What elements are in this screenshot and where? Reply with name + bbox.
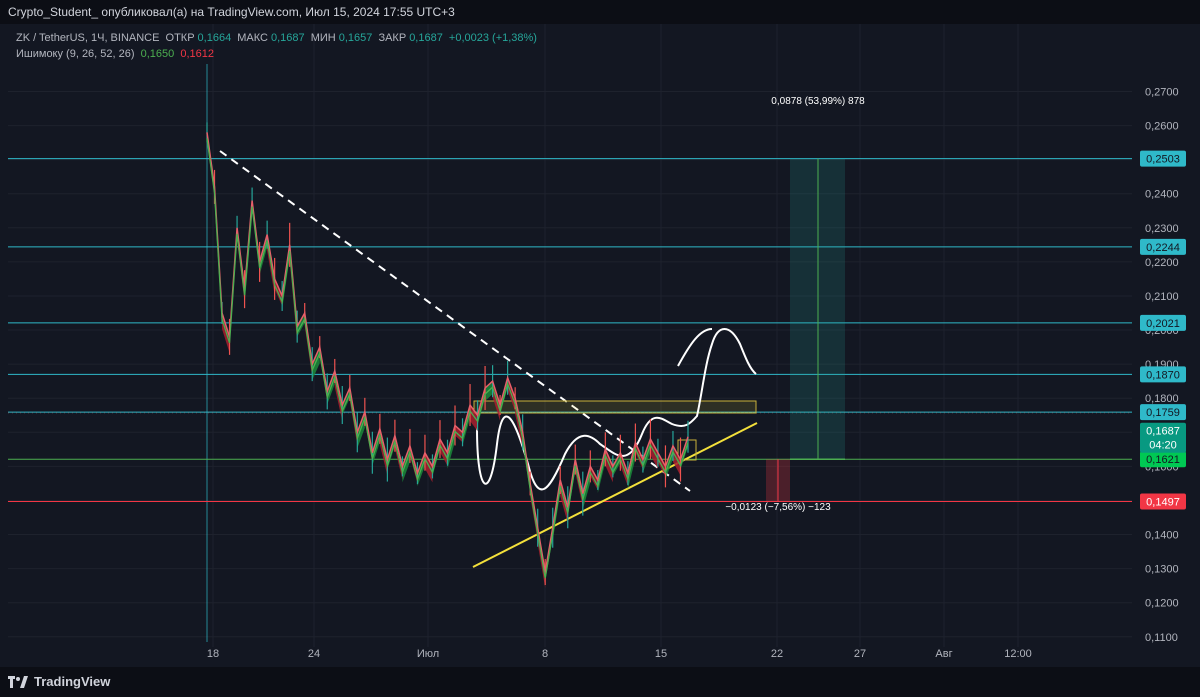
tradingview-logo[interactable]: TradingView (8, 674, 110, 689)
target-annotation: 0,0878 (53,99%) 878 (771, 96, 865, 107)
stop-annotation: −0,0123 (−7,56%) −123 (725, 502, 831, 513)
y-tick-label: 0,2700 (1145, 86, 1179, 98)
countdown-label: 04:20 (1149, 440, 1177, 452)
publish-info-bar: Crypto_Student_ опубликовал(а) на Tradin… (0, 0, 1200, 24)
publish-line: Crypto_Student_ опубликовал(а) на Tradin… (8, 5, 455, 19)
price-tag-label: 0,2503 (1146, 154, 1180, 166)
symbol-legend: ZK / TetherUS, 1Ч, BINANCE ОТКР 0,1664 МА… (16, 32, 540, 44)
indicator-value-1: 0,1650 (140, 48, 175, 60)
tradingview-logo-icon (8, 675, 28, 688)
high-label: МАКС (237, 32, 268, 44)
y-tick-label: 0,1400 (1145, 530, 1179, 542)
price-tag-label: 0,2021 (1146, 318, 1180, 330)
close-value: 0,1687 (409, 32, 443, 44)
tradingview-brand: TradingView (34, 674, 111, 689)
current-price-label: 0,1687 (1146, 426, 1180, 438)
y-tick-label: 0,2600 (1145, 121, 1179, 133)
y-tick-label: 0,2400 (1145, 189, 1179, 201)
y-tick-label: 0,1800 (1145, 393, 1179, 405)
price-tag-label: 0,1759 (1146, 407, 1180, 419)
indicator-legend: Ишимоку (9, 26, 52, 26) 0,1650 0,1612 (16, 48, 217, 60)
y-tick-label: 0,2100 (1145, 291, 1179, 303)
price-tag-label: 0,2244 (1146, 242, 1180, 254)
y-tick-label: 0,2300 (1145, 223, 1179, 235)
change-value: +0,0023 (+1,38%) (448, 32, 537, 44)
x-tick-label: 27 (854, 648, 866, 660)
high-value: 0,1687 (271, 32, 305, 44)
symbol-name: ZK / TetherUS, 1Ч, BINANCE (16, 32, 160, 44)
y-tick-label: 0,2200 (1145, 257, 1179, 269)
open-label: ОТКР (165, 32, 195, 44)
price-tag-label: 0,1621 (1146, 454, 1180, 466)
chart-background (0, 24, 1200, 667)
x-tick-label: 24 (308, 648, 320, 660)
x-tick-label: 18 (207, 648, 219, 660)
low-value: 0,1657 (338, 32, 373, 44)
x-tick-label: 15 (655, 648, 667, 660)
footer-bar (0, 667, 1200, 697)
y-tick-label: 0,1300 (1145, 564, 1179, 576)
close-label: ЗАКР (378, 32, 407, 44)
open-value: 0,1664 (197, 32, 232, 44)
indicator-value-2: 0,1612 (180, 48, 214, 60)
price-tag-label: 0,1870 (1146, 369, 1180, 381)
price-tag-label: 0,1497 (1146, 496, 1180, 508)
x-tick-label: 12:00 (1004, 648, 1032, 660)
x-tick-label: Июл (417, 648, 439, 660)
y-tick-label: 0,1200 (1145, 598, 1179, 610)
indicator-name: Ишимоку (9, 26, 52, 26) (16, 48, 135, 60)
x-tick-label: Авг (935, 648, 952, 660)
x-tick-label: 22 (771, 648, 783, 660)
y-tick-label: 0,1100 (1145, 632, 1178, 644)
x-tick-label: 8 (542, 648, 548, 660)
price-chart[interactable]: 0,27000,26000,25000,24000,23000,22000,21… (0, 24, 1200, 667)
low-label: МИН (310, 32, 336, 44)
